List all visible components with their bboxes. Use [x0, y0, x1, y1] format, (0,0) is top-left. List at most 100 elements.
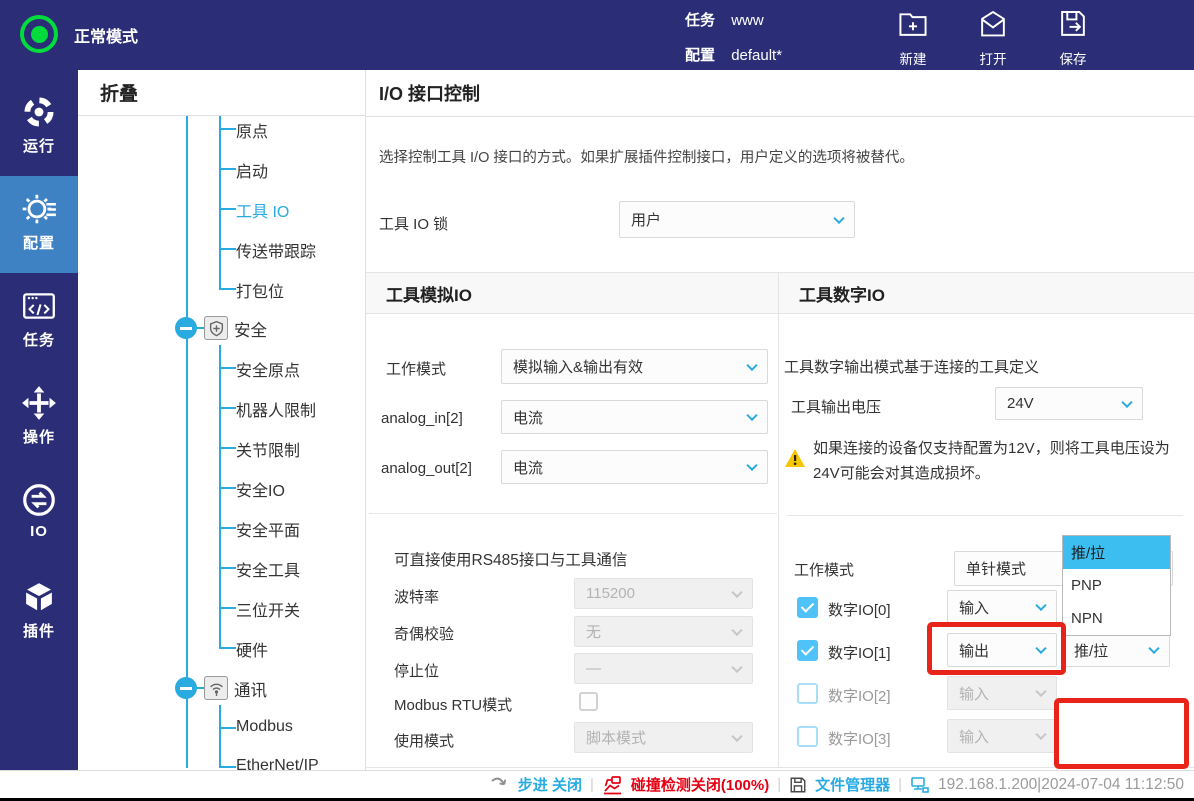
- digital-io3-checkbox[interactable]: [797, 726, 818, 747]
- tree-item-hardware[interactable]: 硬件: [236, 637, 268, 661]
- status-bar: 步进 关闭 | 碰撞检测关闭(100%) | 文件管理器 |: [0, 770, 1194, 798]
- tool-io-lock-select[interactable]: 用户: [619, 201, 855, 238]
- analog-in-value: 电流: [513, 407, 543, 428]
- tree-connector-line: [219, 705, 221, 768]
- task-label: 任务: [685, 12, 715, 29]
- nav-item-operate[interactable]: 操作: [0, 370, 78, 467]
- chevron-down-icon: [746, 410, 757, 421]
- safety-shield-icon: [204, 316, 228, 340]
- tool-io-lock-value: 用户: [631, 209, 661, 230]
- tree-item-safety-tool[interactable]: 安全工具: [236, 557, 300, 581]
- tree-connector-line: [219, 607, 236, 609]
- digital-note: 工具数字输出模式基于连接的工具定义: [784, 356, 1039, 377]
- chevron-down-icon: [1035, 600, 1046, 611]
- nav-item-run[interactable]: 运行: [0, 79, 78, 176]
- open-button[interactable]: 打开: [958, 8, 1028, 68]
- digital-io2-direction-value: 输入: [959, 683, 989, 704]
- tree-item-robot-limit[interactable]: 机器人限制: [236, 397, 316, 421]
- tree-connector-line: [186, 116, 188, 768]
- digital-io0-label: 数字IO[0]: [828, 599, 891, 620]
- nav-item-plugin[interactable]: 插件: [0, 564, 78, 661]
- nav-item-task[interactable]: 任务: [0, 273, 78, 370]
- tree-item-tool-io[interactable]: 工具 IO: [236, 198, 289, 222]
- tree-item-safety-home[interactable]: 安全原点: [236, 357, 300, 381]
- tree-connector-line: [219, 345, 221, 648]
- dropdown-option-npn[interactable]: NPN: [1063, 602, 1170, 635]
- dropdown-option-pnp[interactable]: PNP: [1063, 569, 1170, 602]
- nav-item-run-label: 运行: [0, 135, 78, 156]
- tree-item-ethernet-ip[interactable]: EtherNet/IP: [236, 757, 319, 770]
- stop-bits-value: —: [586, 660, 601, 677]
- use-mode-value: 脚本模式: [586, 727, 646, 748]
- collapse-minus-icon[interactable]: [175, 677, 197, 699]
- chevron-down-icon: [1121, 396, 1132, 407]
- tree-node-comm[interactable]: 通讯: [234, 677, 267, 701]
- analog-work-mode-label: 工作模式: [386, 358, 446, 379]
- tree-item-conveyor[interactable]: 传送带跟踪: [236, 238, 316, 262]
- open-file-icon: [977, 27, 1009, 44]
- digital-io1-direction-select[interactable]: 输出: [947, 633, 1057, 667]
- voltage-warning-text: 如果连接的设备仅支持配置为12V，则将工具电压设为24V可能会对其造成损坏。: [813, 436, 1181, 486]
- baud-rate-label: 波特率: [394, 586, 439, 607]
- network-icon: [910, 776, 930, 794]
- voltage-select[interactable]: 24V: [995, 387, 1143, 420]
- digital-io0-checkbox[interactable]: [797, 597, 818, 618]
- gear-icon: [20, 190, 58, 228]
- collision-status[interactable]: 碰撞检测关闭(100%): [631, 774, 769, 795]
- tree-item-startup[interactable]: 启动: [236, 158, 268, 182]
- io-swap-icon: [20, 481, 58, 519]
- tree-item-joint-limit[interactable]: 关节限制: [236, 437, 300, 461]
- tree-item-safety-plane[interactable]: 安全平面: [236, 517, 300, 541]
- tree-item-safety-io[interactable]: 安全IO: [236, 477, 285, 501]
- modbus-rtu-checkbox[interactable]: [579, 692, 598, 711]
- analog-out-select[interactable]: 电流: [501, 450, 768, 484]
- nav-item-config[interactable]: 配置: [0, 176, 78, 273]
- config-label: 配置: [685, 47, 715, 64]
- digital-io2-label: 数字IO[2]: [828, 685, 891, 706]
- task-value: www: [731, 12, 764, 29]
- analog-work-mode-select[interactable]: 模拟输入&输出有效: [501, 349, 768, 384]
- open-button-label: 打开: [958, 48, 1028, 68]
- nav-item-operate-label: 操作: [0, 426, 78, 447]
- nav-item-task-label: 任务: [0, 329, 78, 350]
- tree-node-safety[interactable]: 安全: [234, 317, 267, 341]
- analog-in-select[interactable]: 电流: [501, 400, 768, 434]
- use-mode-label: 使用模式: [394, 730, 454, 751]
- tree-item-home[interactable]: 原点: [236, 118, 268, 142]
- stop-bits-label: 停止位: [394, 660, 439, 681]
- type-dropdown-list: 推/拉 PNP NPN: [1062, 535, 1171, 636]
- digital-io2-checkbox[interactable]: [797, 683, 818, 704]
- collapse-minus-icon[interactable]: [175, 317, 197, 339]
- digital-io1-type-select[interactable]: 推/拉: [1062, 633, 1170, 667]
- app-window: 正常模式 任务 www 配置 default* 新建: [0, 0, 1194, 801]
- collision-robot-icon: [602, 775, 623, 795]
- nav-item-io[interactable]: IO: [0, 467, 78, 564]
- tree-item-modbus[interactable]: Modbus: [236, 718, 293, 736]
- tree-connector-line: [219, 367, 236, 369]
- file-manager-link[interactable]: 文件管理器: [815, 774, 890, 795]
- nav-item-io-label: IO: [0, 523, 78, 540]
- digital-io1-type-value: 推/拉: [1074, 640, 1108, 661]
- top-bar: 正常模式 任务 www 配置 default* 新建: [0, 0, 1194, 70]
- file-manager-icon: [789, 776, 807, 794]
- tree-item-three-pos-switch[interactable]: 三位开关: [236, 597, 300, 621]
- tree-connector-line: [219, 527, 236, 529]
- divider: [369, 513, 777, 514]
- tree-collapse-header[interactable]: 折叠: [78, 70, 365, 116]
- new-button[interactable]: 新建: [878, 8, 948, 68]
- tree-item-pallet[interactable]: 打包位: [236, 278, 284, 302]
- digital-io1-checkbox[interactable]: [797, 640, 818, 661]
- digital-io0-direction-select[interactable]: 输入: [947, 590, 1057, 624]
- analog-in-label: analog_in[2]: [381, 410, 463, 427]
- tree-connector-line: [219, 407, 236, 409]
- tree-connector-line: [219, 567, 236, 569]
- chevron-down-icon: [731, 730, 742, 741]
- dropdown-option-push-pull[interactable]: 推/拉: [1063, 536, 1170, 569]
- divider: [787, 515, 1183, 516]
- config-tree-panel: 折叠 原点 启动 工具 IO 传送带跟踪 打包位 安全 安全原点 机器人限: [78, 70, 365, 770]
- divider: |: [590, 776, 594, 793]
- tree-connector-line: [219, 766, 236, 768]
- divider: [778, 272, 779, 768]
- step-status[interactable]: 步进 关闭: [518, 774, 582, 795]
- save-button[interactable]: 保存: [1038, 8, 1108, 68]
